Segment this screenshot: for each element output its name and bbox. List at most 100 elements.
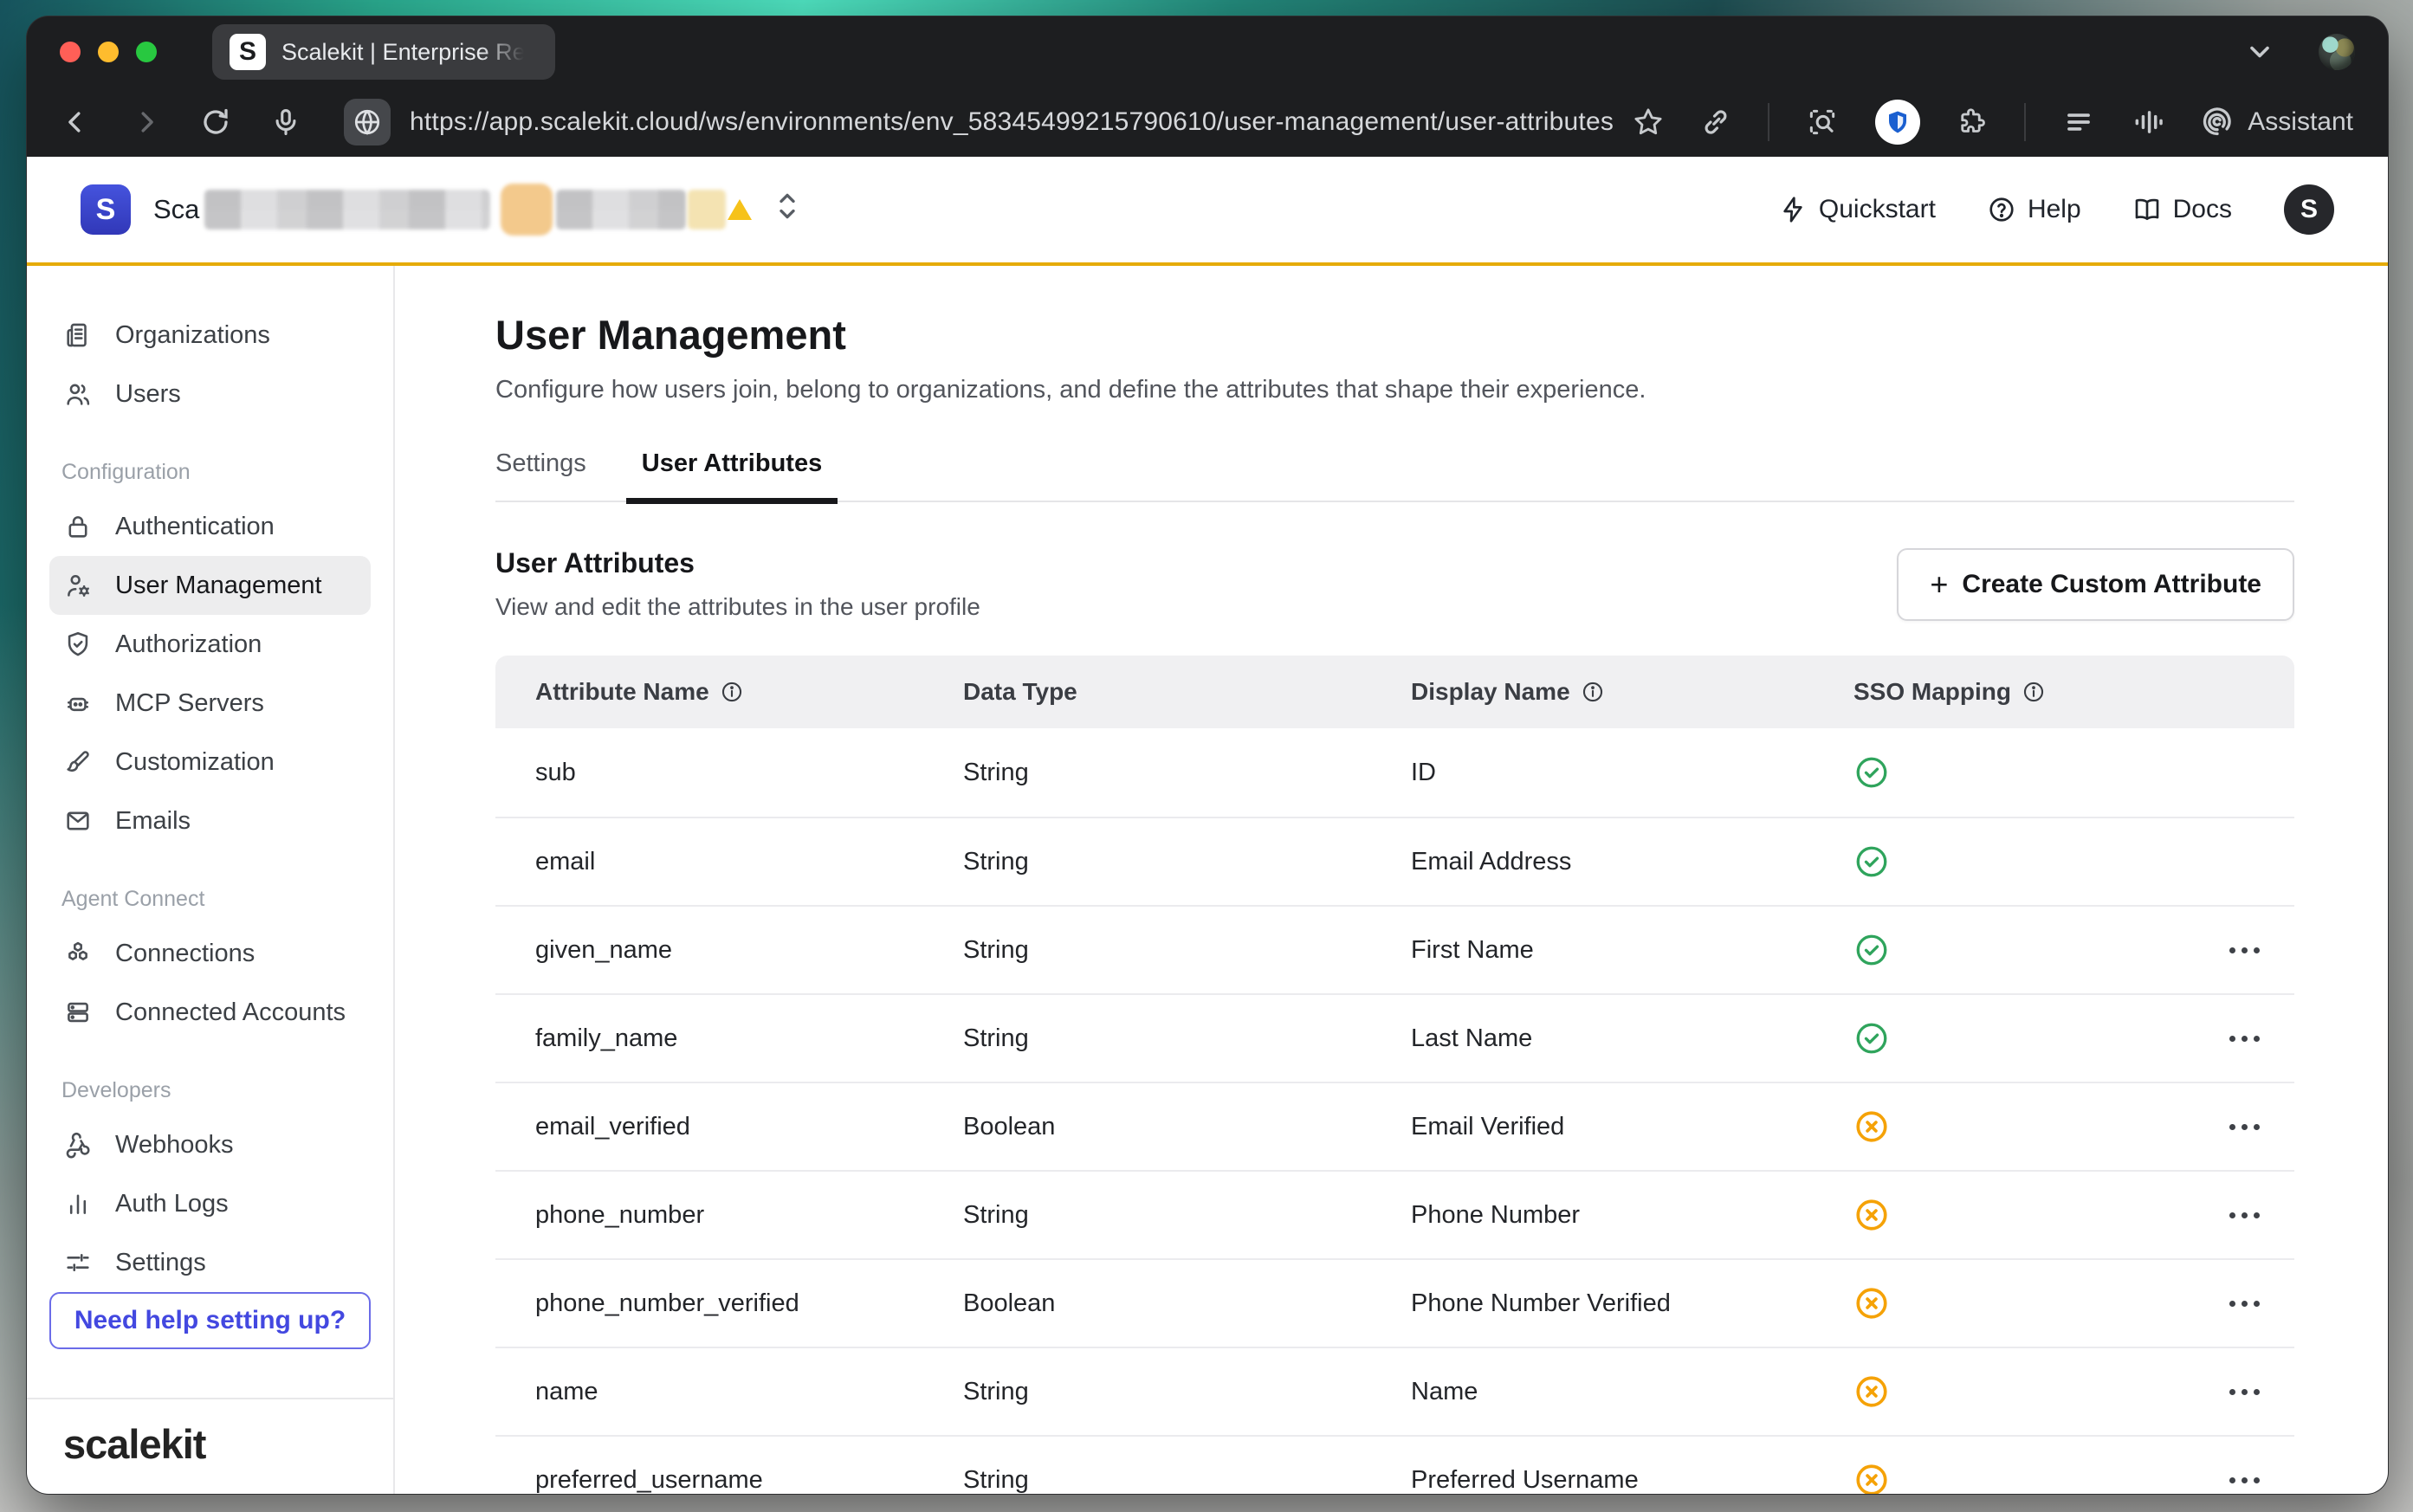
table-row-phone_number_verified: phone_number_verifiedBooleanPhone Number…	[495, 1258, 2294, 1347]
sidebar-item-webhooks[interactable]: Webhooks	[49, 1115, 371, 1174]
need-help-button[interactable]: Need help setting up?	[49, 1292, 371, 1349]
sidebar-footer: scalekit	[27, 1398, 393, 1494]
copy-link-icon[interactable]	[1700, 107, 1731, 138]
data-type-cell: Boolean	[963, 1113, 1411, 1141]
row-menu-ellipsis-icon[interactable]	[2226, 1380, 2263, 1404]
row-menu-ellipsis-icon[interactable]	[2226, 939, 2263, 962]
help-button[interactable]: Help	[1988, 195, 2081, 224]
table-row-given_name: given_nameStringFirst Name	[495, 905, 2294, 993]
users-icon	[63, 379, 93, 409]
environment-name-redacted	[556, 190, 686, 229]
info-icon[interactable]	[2022, 680, 2046, 704]
tab-list-chevron-icon[interactable]	[2244, 36, 2275, 68]
reading-list-icon[interactable]	[2062, 106, 2095, 139]
window-minimize-button[interactable]	[98, 42, 119, 62]
sidebar-item-users[interactable]: Users	[49, 365, 371, 423]
sidebar-item-connections[interactable]: Connections	[49, 924, 371, 983]
voice-waveform-icon[interactable]	[2132, 106, 2164, 139]
quickstart-button[interactable]: Quickstart	[1779, 195, 1936, 224]
row-menu-ellipsis-icon[interactable]	[2226, 1027, 2263, 1050]
assistant-label: Assistant	[2248, 107, 2353, 137]
sidebar-item-label: Auth Logs	[115, 1190, 229, 1218]
section-title: User Attributes	[495, 547, 980, 579]
row-menu-ellipsis-icon[interactable]	[2226, 1115, 2263, 1139]
sidebar-item-mcp-servers[interactable]: MCP Servers	[49, 674, 371, 733]
address-bar[interactable]: https://app.scalekit.cloud/ws/environmen…	[344, 99, 1614, 145]
url-text: https://app.scalekit.cloud/ws/environmen…	[410, 107, 1614, 137]
table-row-email_verified: email_verifiedBooleanEmail Verified	[495, 1082, 2294, 1170]
screenshot-search-icon[interactable]	[1806, 106, 1839, 139]
check-circle-icon	[1853, 1020, 2182, 1056]
sidebar-item-organizations[interactable]: Organizations	[49, 306, 371, 365]
attribute-name-cell: family_name	[495, 1024, 963, 1053]
sidebar-item-user-management[interactable]: User Management	[49, 556, 371, 615]
user-avatar[interactable]: S	[2284, 184, 2334, 235]
desktop-background: S Scalekit | Enterprise Ready A	[0, 0, 2413, 1512]
browser-tab[interactable]: S Scalekit | Enterprise Ready A	[212, 24, 555, 80]
sidebar-item-label: Authorization	[115, 630, 262, 659]
attribute-name-cell: preferred_username	[495, 1466, 963, 1495]
page-subtitle: Configure how users join, belong to orga…	[495, 376, 2294, 404]
back-icon[interactable]	[61, 107, 91, 137]
attribute-name-cell: email_verified	[495, 1113, 963, 1141]
data-type-cell: String	[963, 936, 1411, 965]
row-actions-cell	[2182, 1027, 2294, 1050]
sidebar-item-customization[interactable]: Customization	[49, 733, 371, 792]
sidebar-item-connected-accounts[interactable]: Connected Accounts	[49, 983, 371, 1042]
browser-tab-strip: S Scalekit | Enterprise Ready A	[27, 16, 2388, 87]
microphone-icon[interactable]	[271, 107, 301, 137]
sidebar-section-label: Agent Connect	[61, 887, 371, 912]
workspace-switcher[interactable]: Sca	[153, 184, 802, 236]
cubes-icon	[63, 939, 93, 968]
row-menu-ellipsis-icon[interactable]	[2226, 1469, 2263, 1492]
table-row-family_name: family_nameStringLast Name	[495, 993, 2294, 1082]
row-actions-cell	[2182, 1204, 2294, 1227]
tab-user-attributes[interactable]: User Attributes	[642, 449, 822, 501]
row-actions-cell	[2182, 1115, 2294, 1139]
window-zoom-button[interactable]	[136, 42, 157, 62]
table-row-email: emailStringEmail Address	[495, 817, 2294, 905]
sidebar-section-label: Developers	[61, 1078, 371, 1103]
info-icon[interactable]	[720, 680, 744, 704]
check-circle-icon	[1853, 932, 2182, 968]
sidebar-item-label: Authentication	[115, 513, 275, 541]
data-type-cell: String	[963, 1201, 1411, 1230]
toolbar-divider	[1768, 103, 1769, 141]
bookmark-star-icon[interactable]	[1633, 107, 1664, 138]
display-name-cell: Preferred Username	[1411, 1466, 1853, 1495]
bitwarden-extension-icon[interactable]	[1875, 100, 1920, 145]
workspace-selector-chevrons-icon[interactable]	[773, 188, 802, 231]
sidebar-item-label: Connected Accounts	[115, 998, 346, 1027]
docs-button[interactable]: Docs	[2133, 195, 2232, 224]
row-actions-cell	[2182, 1469, 2294, 1492]
robot-icon	[63, 688, 93, 718]
data-type-cell: String	[963, 1024, 1411, 1053]
site-globe-icon	[344, 99, 391, 145]
row-actions-cell	[2182, 1380, 2294, 1404]
row-menu-ellipsis-icon[interactable]	[2226, 1292, 2263, 1315]
reload-icon[interactable]	[200, 107, 231, 138]
main-content: User Management Configure how users join…	[395, 266, 2388, 1494]
extensions-puzzle-icon[interactable]	[1957, 107, 1988, 138]
browser-profile-avatar[interactable]	[2319, 34, 2355, 70]
paintbrush-icon	[63, 747, 93, 777]
create-custom-attribute-button[interactable]: + Create Custom Attribute	[1897, 548, 2294, 621]
sidebar-item-authorization[interactable]: Authorization	[49, 615, 371, 674]
x-circle-icon	[1853, 1285, 2182, 1321]
sidebar-item-emails[interactable]: Emails	[49, 792, 371, 850]
x-circle-icon	[1853, 1373, 2182, 1410]
section-subtitle: View and edit the attributes in the user…	[495, 593, 980, 621]
info-icon[interactable]	[1581, 680, 1605, 704]
sidebar-item-authentication[interactable]: Authentication	[49, 497, 371, 556]
tab-settings[interactable]: Settings	[495, 449, 586, 501]
forward-icon[interactable]	[131, 107, 160, 137]
row-menu-ellipsis-icon[interactable]	[2226, 1204, 2263, 1227]
window-close-button[interactable]	[60, 42, 81, 62]
sidebar-item-label: Customization	[115, 748, 275, 777]
table-row-sub: subStringID	[495, 728, 2294, 817]
sidebar-item-settings[interactable]: Settings	[49, 1233, 371, 1292]
book-icon	[2133, 196, 2161, 223]
page-title: User Management	[495, 311, 2294, 359]
assistant-button[interactable]: Assistant	[2201, 106, 2353, 139]
sidebar-item-auth-logs[interactable]: Auth Logs	[49, 1174, 371, 1233]
